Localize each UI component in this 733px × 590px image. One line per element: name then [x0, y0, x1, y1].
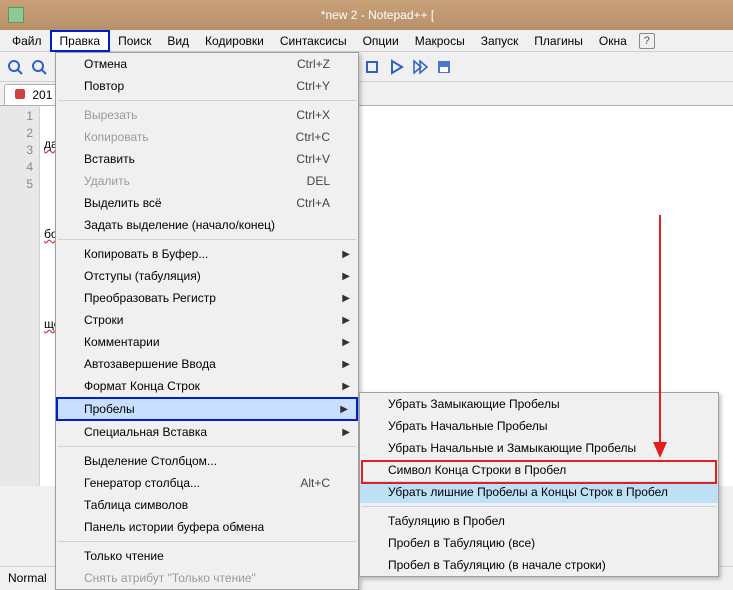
edit-menu-item-6: УдалитьDEL — [56, 170, 358, 192]
toolbar-zoom-out[interactable] — [28, 56, 50, 78]
edit-menu-item-26: Снять атрибут "Только чтение" — [56, 567, 358, 589]
menu-help[interactable]: ? — [639, 33, 655, 49]
status-mode: Normal — [8, 571, 47, 585]
edit-menu-item-13[interactable]: Строки▶ — [56, 309, 358, 331]
app-icon — [8, 7, 24, 23]
edit-menu-item-7[interactable]: Выделить всёCtrl+A — [56, 192, 358, 214]
toolbar-play-multi[interactable] — [409, 56, 431, 78]
edit-menu-item-5[interactable]: ВставитьCtrl+V — [56, 148, 358, 170]
toolbar-stop[interactable] — [361, 56, 383, 78]
spaces-menu-item-3[interactable]: Символ Конца Строки в Пробел — [360, 459, 718, 481]
menu-language[interactable]: Синтаксисы — [272, 32, 355, 50]
spaces-menu-item-6[interactable]: Табуляцию в Пробел — [360, 510, 718, 532]
edit-menu-item-20[interactable]: Выделение Столбцом... — [56, 450, 358, 472]
menu-view[interactable]: Вид — [159, 32, 197, 50]
spaces-menu-item-8[interactable]: Пробел в Табуляцию (в начале строки) — [360, 554, 718, 576]
tab-modified-icon — [15, 89, 25, 99]
toolbar-zoom-in[interactable] — [4, 56, 26, 78]
edit-menu-item-14[interactable]: Комментарии▶ — [56, 331, 358, 353]
spaces-menu-item-7[interactable]: Пробел в Табуляцию (все) — [360, 532, 718, 554]
menu-macro[interactable]: Макросы — [407, 32, 473, 50]
edit-menu-item-23[interactable]: Панель истории буфера обмена — [56, 516, 358, 538]
edit-menu-item-4: КопироватьCtrl+C — [56, 126, 358, 148]
edit-menu-item-11[interactable]: Отступы (табуляция)▶ — [56, 265, 358, 287]
edit-menu-item-18[interactable]: Специальная Вставка▶ — [56, 421, 358, 443]
window-title: *new 2 - Notepad++ [ — [30, 8, 725, 22]
spaces-menu-item-0[interactable]: Убрать Замыкающие Пробелы — [360, 393, 718, 415]
menu-file[interactable]: Файл — [4, 32, 50, 50]
menubar: Файл Правка Поиск Вид Кодировки Синтакси… — [0, 30, 733, 52]
edit-menu-item-12[interactable]: Преобразовать Регистр▶ — [56, 287, 358, 309]
window-titlebar: *new 2 - Notepad++ [ — [0, 0, 733, 30]
edit-menu-item-10[interactable]: Копировать в Буфер...▶ — [56, 243, 358, 265]
edit-menu-item-3: ВырезатьCtrl+X — [56, 104, 358, 126]
edit-menu-dropdown: ОтменаCtrl+ZПовторCtrl+YВырезатьCtrl+XКо… — [55, 52, 359, 590]
edit-menu-item-0[interactable]: ОтменаCtrl+Z — [56, 53, 358, 75]
edit-menu-item-22[interactable]: Таблица символов — [56, 494, 358, 516]
toolbar-save-macro[interactable] — [433, 56, 455, 78]
spaces-menu-item-2[interactable]: Убрать Начальные и Замыкающие Пробелы — [360, 437, 718, 459]
spaces-submenu: Убрать Замыкающие ПробелыУбрать Начальны… — [359, 392, 719, 577]
edit-menu-item-15[interactable]: Автозавершение Ввода▶ — [56, 353, 358, 375]
edit-menu-item-1[interactable]: ПовторCtrl+Y — [56, 75, 358, 97]
menu-search[interactable]: Поиск — [110, 32, 159, 50]
toolbar-play[interactable] — [385, 56, 407, 78]
menu-run[interactable]: Запуск — [473, 32, 527, 50]
spaces-menu-item-4[interactable]: Убрать лишние Пробелы а Концы Строк в Пр… — [360, 481, 718, 503]
edit-menu-item-21[interactable]: Генератор столбца...Alt+C — [56, 472, 358, 494]
menu-edit[interactable]: Правка — [50, 30, 111, 52]
line-gutter: 1 2 3 4 5 — [0, 106, 40, 486]
menu-encoding[interactable]: Кодировки — [197, 32, 272, 50]
tab-label: 201 — [32, 88, 52, 102]
menu-settings[interactable]: Опции — [355, 32, 407, 50]
menu-plugins[interactable]: Плагины — [526, 32, 591, 50]
edit-menu-item-16[interactable]: Формат Конца Строк▶ — [56, 375, 358, 397]
spaces-menu-item-1[interactable]: Убрать Начальные Пробелы — [360, 415, 718, 437]
edit-menu-item-17[interactable]: Пробелы▶ — [56, 397, 358, 421]
menu-window[interactable]: Окна — [591, 32, 635, 50]
edit-menu-item-8[interactable]: Задать выделение (начало/конец) — [56, 214, 358, 236]
edit-menu-item-25[interactable]: Только чтение — [56, 545, 358, 567]
